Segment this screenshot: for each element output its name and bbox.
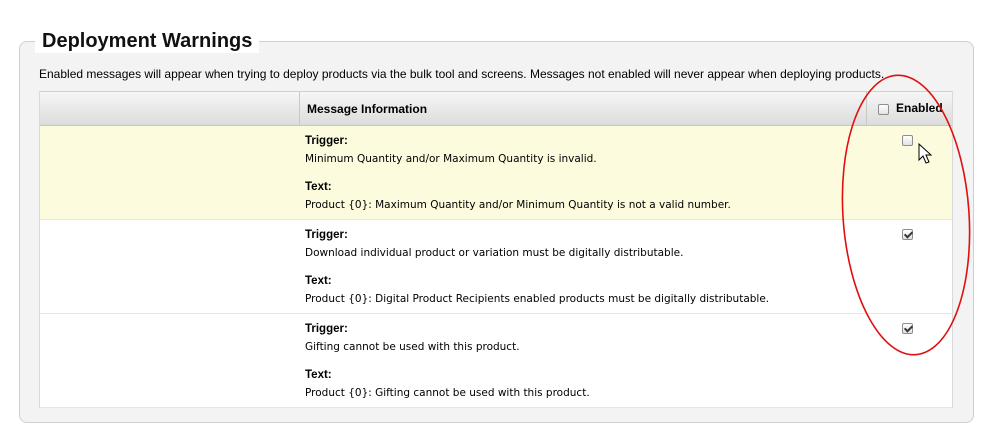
trigger-value: Download individual product or variation… [305,247,684,259]
header-enabled-label: Enabled [896,101,943,115]
table-row: Trigger: Minimum Quantity and/or Maximum… [40,126,952,220]
table-header: Message Information Enabled [40,91,952,126]
trigger-label: Trigger: [305,323,348,335]
enable-all-checkbox[interactable] [878,104,889,115]
table-row: Trigger: Download individual product or … [40,220,952,314]
header-blank-cell [40,92,300,125]
trigger-label: Trigger: [305,135,348,147]
section-description: Enabled messages will appear when trying… [39,67,885,81]
text-value: Product {0}: Maximum Quantity and/or Min… [305,199,731,211]
trigger-value: Minimum Quantity and/or Maximum Quantity… [305,153,597,165]
section-title: Deployment Warnings [35,30,260,53]
text-value: Product {0}: Gifting cannot be used with… [305,387,590,399]
text-value: Product {0}: Digital Product Recipients … [305,293,770,305]
text-label: Text: [305,181,332,193]
mouse-cursor-icon [918,143,933,164]
table-row: Trigger: Gifting cannot be used with thi… [40,314,952,408]
row-enabled-checkbox[interactable] [902,229,913,240]
trigger-label: Trigger: [305,229,348,241]
text-label: Text: [305,275,332,287]
text-label: Text: [305,369,332,381]
row-enabled-checkbox[interactable] [902,135,913,146]
header-enabled-cell: Enabled [866,92,953,125]
row-enabled-checkbox[interactable] [902,323,913,334]
warnings-table: Message Information Enabled Trigger: Min… [39,91,953,408]
header-message-information: Message Information [307,102,428,116]
trigger-value: Gifting cannot be used with this product… [305,341,520,353]
